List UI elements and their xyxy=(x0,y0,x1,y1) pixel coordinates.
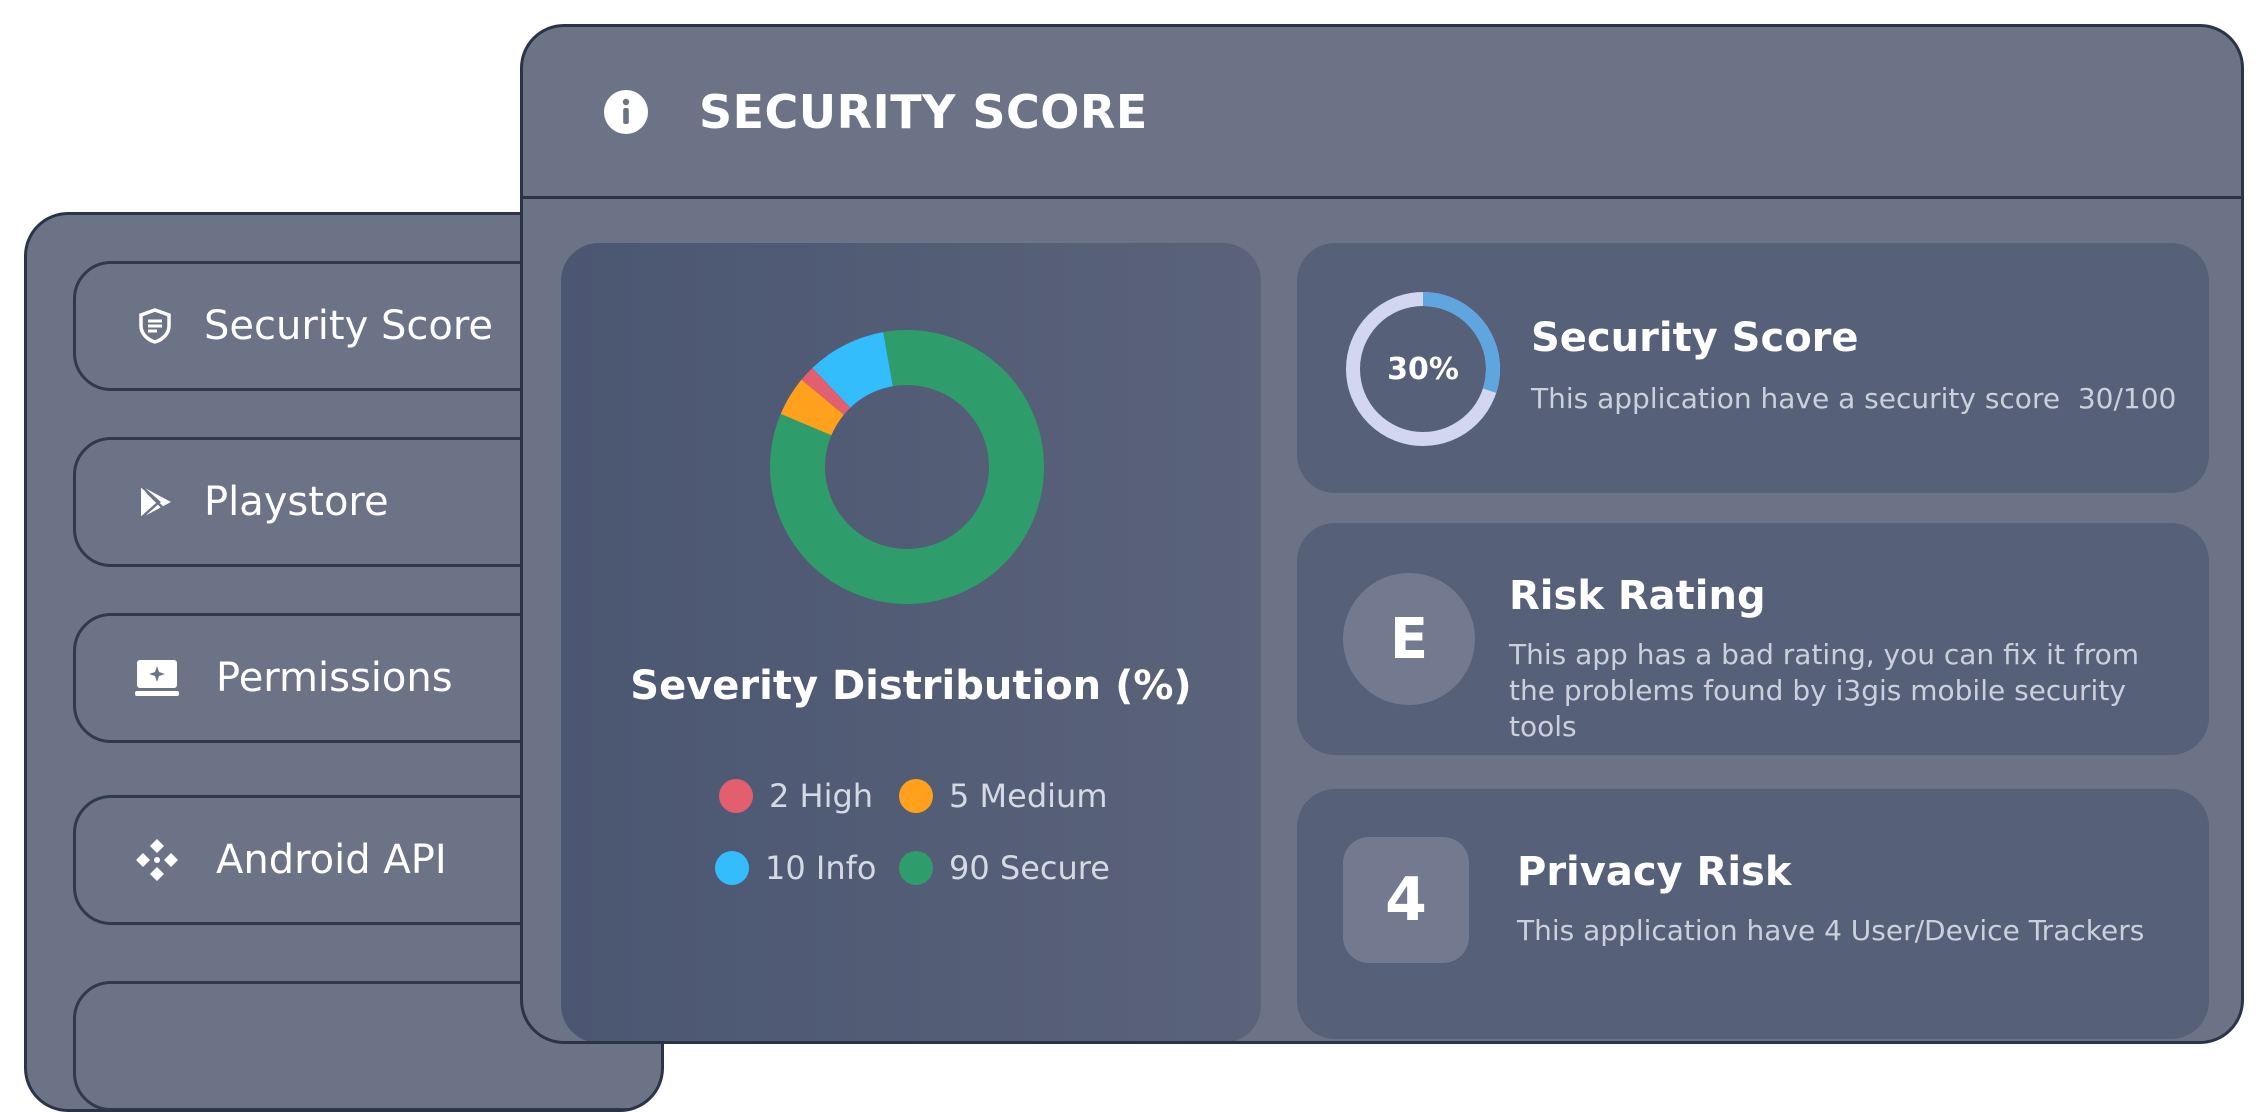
monitor-sparkle-icon xyxy=(134,655,180,701)
sidebar-item-label: Playstore xyxy=(204,479,389,525)
legend-label: 10 Info xyxy=(765,849,877,887)
info-icon[interactable] xyxy=(603,89,649,135)
severity-donut-chart xyxy=(770,330,1044,604)
main-header: SECURITY SCORE xyxy=(523,27,2241,199)
legend-item-medium: 5 Medium xyxy=(899,777,1107,815)
score-percent: 30% xyxy=(1387,351,1459,387)
privacy-risk-card[interactable]: 4 Privacy Risk This application have 4 U… xyxy=(1297,789,2209,1039)
legend-label: 5 Medium xyxy=(949,777,1108,815)
legend-dot-secure xyxy=(899,851,933,885)
sidebar-item-label: Permissions xyxy=(216,655,453,701)
tracker-count-badge: 4 xyxy=(1343,837,1469,963)
sidebar-item-label: Security Score xyxy=(204,303,494,349)
api-icon xyxy=(134,837,180,883)
main-window: SECURITY SCORE Severity Distribution (%)… xyxy=(520,24,2244,1044)
shield-icon xyxy=(132,303,178,349)
privacy-description: This application have 4 User/Device Trac… xyxy=(1517,914,2145,947)
page-title: SECURITY SCORE xyxy=(699,84,1148,139)
risk-grade-badge: E xyxy=(1343,573,1475,705)
score-description: This application have a security score 3… xyxy=(1531,382,2177,415)
severity-distribution-card: Severity Distribution (%) 2 High 5 Mediu… xyxy=(561,243,1261,1041)
legend-label: 2 High xyxy=(769,777,874,815)
legend-label: 90 Secure xyxy=(949,849,1110,887)
security-score-card[interactable]: 30% Security Score This application have… xyxy=(1297,243,2209,493)
legend-item-secure: 90 Secure xyxy=(899,849,1110,887)
risk-title: Risk Rating xyxy=(1509,573,1766,619)
legend-dot-info xyxy=(715,851,749,885)
privacy-title: Privacy Risk xyxy=(1517,849,1792,895)
play-store-icon xyxy=(132,479,178,525)
chart-title: Severity Distribution (%) xyxy=(630,663,1192,709)
legend-dot-high xyxy=(719,779,753,813)
score-title: Security Score xyxy=(1531,315,1859,361)
legend-dot-medium xyxy=(899,779,933,813)
legend-item-high: 2 High xyxy=(719,777,873,815)
risk-rating-card[interactable]: E Risk Rating This app has a bad rating,… xyxy=(1297,523,2209,755)
risk-description: This app has a bad rating, you can fix i… xyxy=(1509,638,2139,743)
sidebar-item-label: Android API xyxy=(216,837,447,883)
legend-item-info: 10 Info xyxy=(715,849,876,887)
